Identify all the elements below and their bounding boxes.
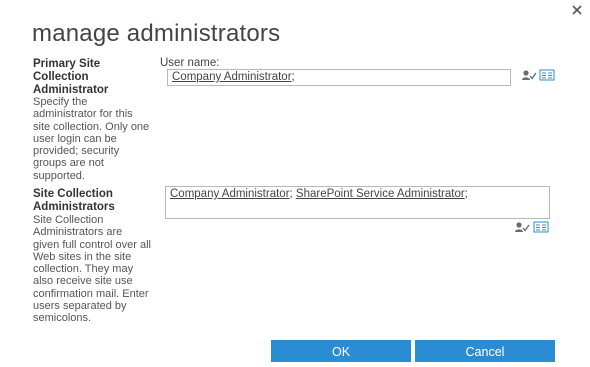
user-name-label: User name:	[160, 57, 220, 69]
user-separator: ;	[464, 188, 468, 200]
primary-admin-description: Specify the administrator for this site …	[33, 96, 150, 182]
check-names-icon[interactable]	[521, 69, 537, 81]
site-collection-admins-input[interactable]: Company Administrator; SharePoint Servic…	[165, 186, 550, 219]
primary-admin-input[interactable]: Company Administrator;	[167, 69, 511, 86]
resolved-user[interactable]: Company Administrator	[172, 71, 292, 83]
dialog-title: manage administrators	[32, 20, 281, 47]
primary-admin-heading: Primary Site Collection Administrator	[33, 58, 109, 96]
cancel-button[interactable]: Cancel	[415, 340, 555, 362]
resolved-user[interactable]: Company Administrator	[170, 188, 290, 200]
check-names-icon[interactable]	[514, 221, 530, 233]
resolved-user[interactable]: SharePoint Service Administrator	[296, 188, 465, 200]
address-book-icon[interactable]	[539, 69, 555, 81]
site-collection-admins-heading: Site Collection Administrators	[33, 188, 115, 213]
close-icon[interactable]	[570, 3, 584, 17]
user-separator: ;	[291, 71, 295, 83]
site-collection-admins-description: Site Collection Administrators are given…	[33, 214, 152, 325]
address-book-icon[interactable]	[533, 221, 549, 233]
ok-button[interactable]: OK	[271, 340, 411, 362]
